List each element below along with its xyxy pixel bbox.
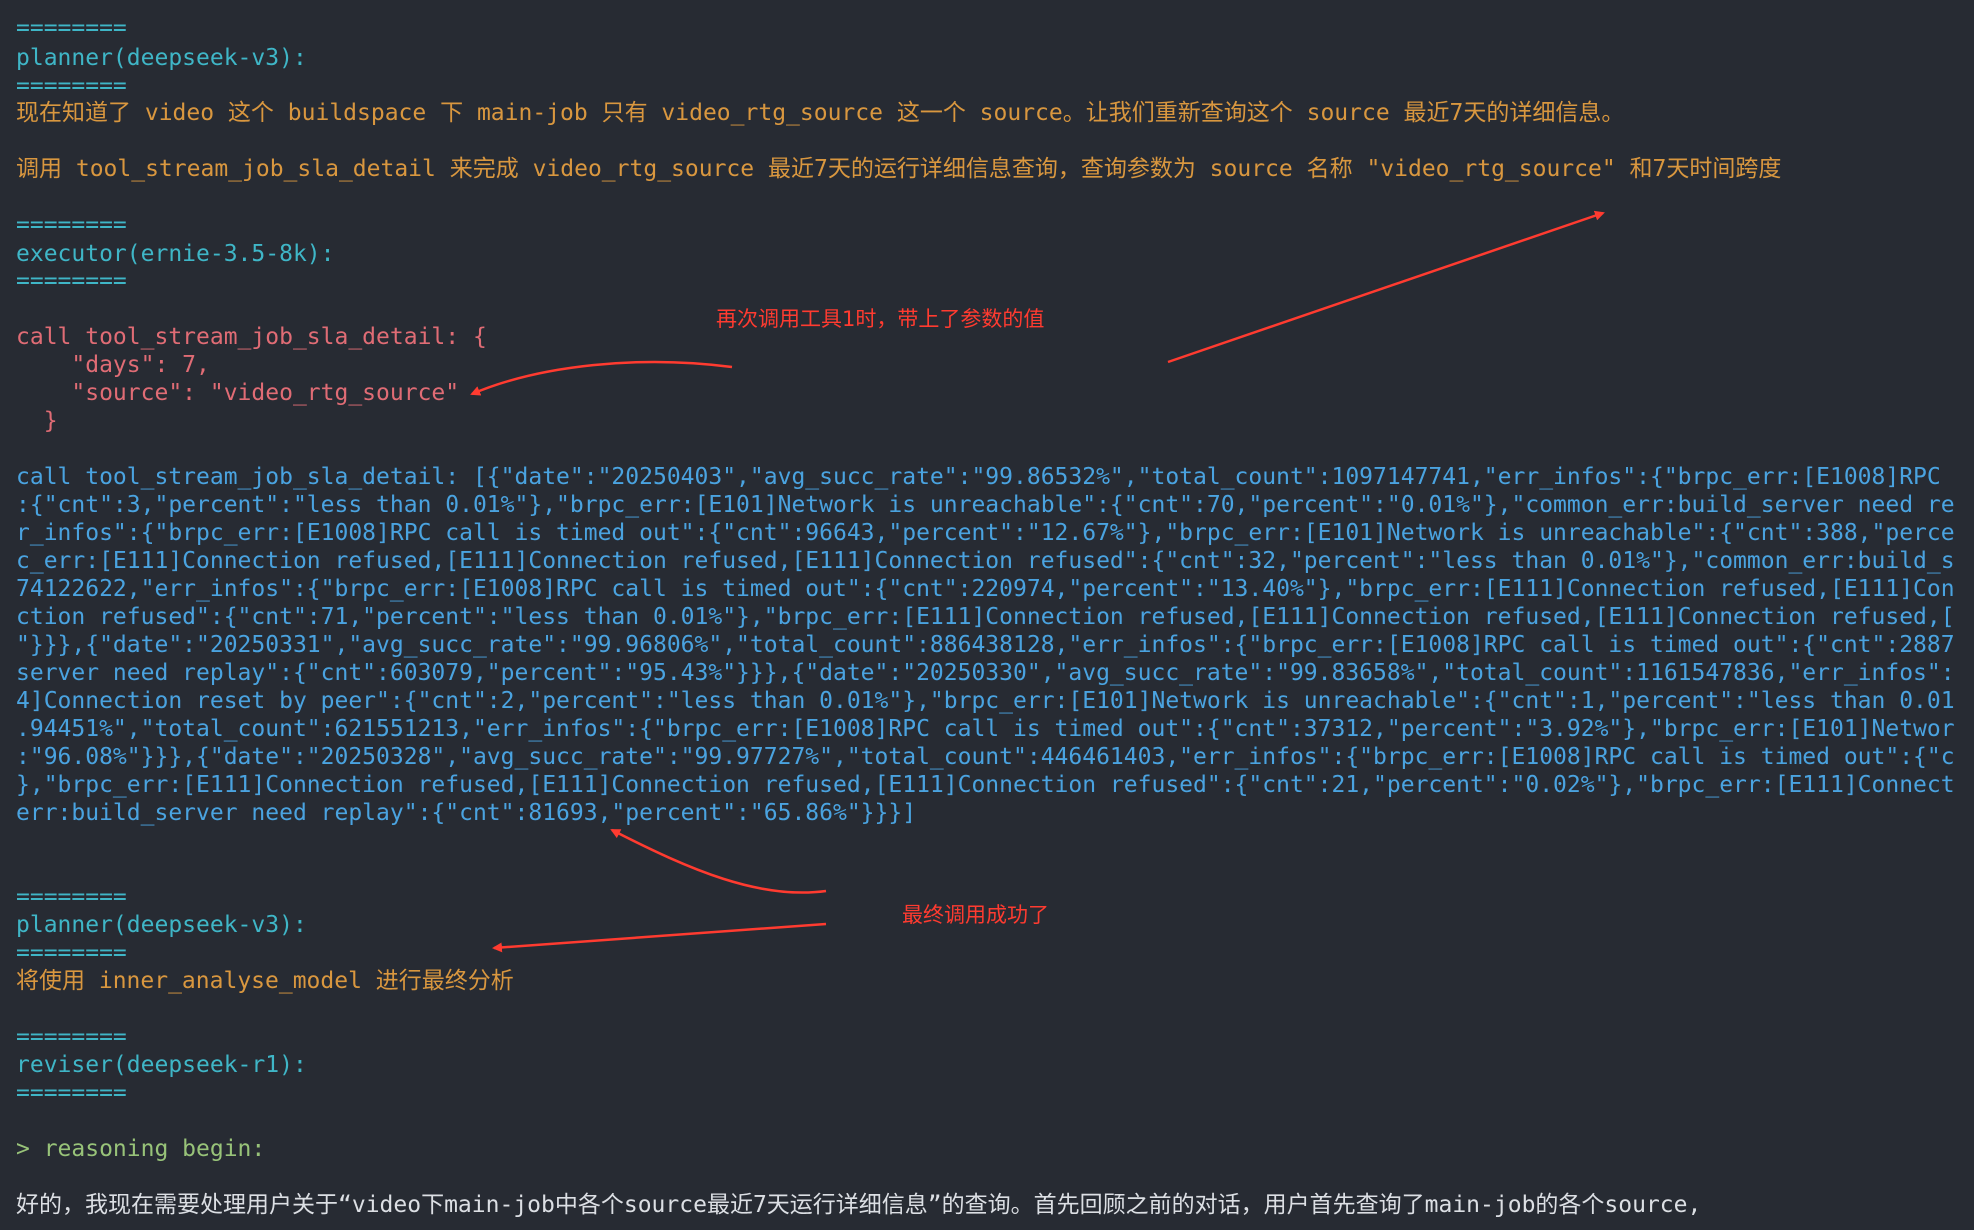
separator: ======== <box>16 884 127 910</box>
tool-result-line: :{"cnt":3,"percent":"less than 0.01%"},"… <box>16 492 1955 518</box>
separator: ======== <box>16 268 127 294</box>
tool-result-line: 74122622,"err_infos":{"brpc_err:[E1008]R… <box>16 576 1955 602</box>
tool-call-line: "source": "video_rtg_source" <box>16 380 460 406</box>
agent-label-reviser: reviser(deepseek-r1): <box>16 1052 307 1078</box>
arrow-to-result-end <box>610 828 827 894</box>
separator: ======== <box>16 940 127 966</box>
tool-result-line: "}}},{"date":"20250331","avg_succ_rate":… <box>16 632 1955 658</box>
separator: ======== <box>16 1080 127 1106</box>
separator: ======== <box>16 212 127 238</box>
tool-result-line: 4]Connection reset by peer":{"cnt":2,"pe… <box>16 688 1955 714</box>
annotation-note-success: 最终调用成功了 <box>902 903 1049 927</box>
tool-result-line: r_infos":{"brpc_err:[E1008]RPC call is t… <box>16 520 1955 546</box>
separator: ======== <box>16 73 127 99</box>
reasoning-text: 好的，我现在需要处理用户关于“video下main-job中各个source最近… <box>16 1192 1702 1218</box>
tool-call-line: "days": 7, <box>16 352 210 378</box>
terminal-output: ======== planner(deepseek-v3): ======== … <box>0 0 1974 1230</box>
arrow-to-source-param <box>470 360 733 396</box>
reasoning-label: > reasoning begin: <box>16 1136 266 1162</box>
separator: ======== <box>16 15 127 41</box>
tool-result-line: :"96.08%"}}},{"date":"20250328","avg_suc… <box>16 744 1955 770</box>
agent-label-planner: planner(deepseek-v3): <box>16 912 307 938</box>
arrow-to-query-params <box>1167 210 1605 364</box>
tool-result-line: ction refused":{"cnt":71,"percent":"less… <box>16 604 1955 630</box>
tool-result-line: err:build_server need replay":{"cnt":816… <box>16 800 917 826</box>
agent-label-executor: executor(ernie-3.5-8k): <box>16 241 335 267</box>
tool-result-line: c_err:[E111]Connection refused,[E111]Con… <box>16 548 1955 574</box>
agent-label-planner: planner(deepseek-v3): <box>16 45 307 71</box>
planner-message: 将使用 inner_analyse_model 进行最终分析 <box>16 968 514 994</box>
annotation-note-retry: 再次调用工具1时，带上了参数的值 <box>716 307 1045 331</box>
tool-call-line: call tool_stream_job_sla_detail: { <box>16 324 487 350</box>
tool-result-line: call tool_stream_job_sla_detail: [{"date… <box>16 464 1941 490</box>
tool-result-line: server need replay":{"cnt":603079,"perce… <box>16 660 1955 686</box>
tool-call-line: } <box>16 408 58 434</box>
tool-result-line: .94451%","total_count":621551213,"err_in… <box>16 716 1955 742</box>
tool-result-line: },"brpc_err:[E111]Connection refused,[E1… <box>16 772 1955 798</box>
planner-message: 现在知道了 video 这个 buildspace 下 main-job 只有 … <box>16 100 1625 126</box>
arrow-to-planner <box>492 922 827 953</box>
planner-message: 调用 tool_stream_job_sla_detail 来完成 video_… <box>16 156 1782 182</box>
separator: ======== <box>16 1024 127 1050</box>
